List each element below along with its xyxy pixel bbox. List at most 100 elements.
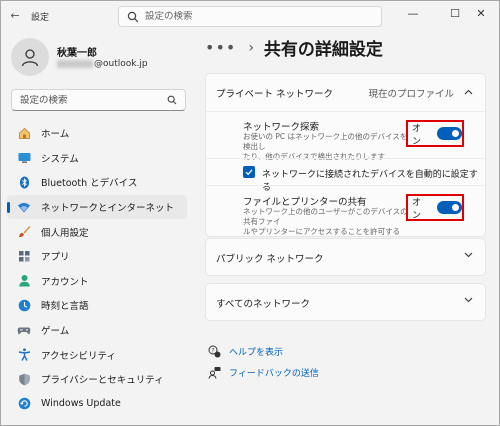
- help-link[interactable]: ? ヘルプを表示: [207, 344, 283, 358]
- breadcrumb-more-button[interactable]: •••: [205, 38, 236, 57]
- sidebar-search-box[interactable]: [11, 89, 186, 111]
- file-printer-sharing-desc: ネットワーク上の他のユーザーがこのデバイスの共有ファイ ルやプリンターにアクセス…: [243, 207, 413, 237]
- auto-setup-checkbox[interactable]: [243, 166, 255, 178]
- feedback-link-label: フィードバックの送信: [229, 368, 319, 379]
- gamepad-icon: [17, 323, 31, 337]
- breadcrumb-chevron-icon: ›: [248, 39, 254, 56]
- sidebar-item-label: 時刻と言語: [41, 301, 89, 313]
- minimize-button[interactable]: —: [395, 1, 431, 25]
- account-icon: [17, 274, 31, 288]
- page-title: 共有の詳細設定: [263, 40, 383, 60]
- search-icon: [167, 95, 177, 105]
- file-printer-sharing-state: オン: [412, 197, 422, 221]
- sidebar-item-label: アプリ: [41, 252, 70, 264]
- sidebar-item-apps[interactable]: アプリ: [7, 244, 187, 269]
- chevron-down-icon: [464, 296, 473, 306]
- sidebar-item-label: ホーム: [41, 129, 70, 141]
- chevron-up-icon[interactable]: [464, 88, 473, 98]
- public-network-title: パブリック ネットワーク: [216, 254, 324, 265]
- bluetooth-icon: [17, 175, 31, 189]
- all-networks-title: すべてのネットワーク: [216, 299, 310, 310]
- network-discovery-desc-line1: お使いの PC はネットワーク上の他のデバイスを検出し: [243, 132, 408, 151]
- sidebar-item-time-language[interactable]: 時刻と言語: [7, 293, 187, 318]
- private-network-header[interactable]: プライベート ネットワーク 現在のプロファイル: [206, 74, 485, 111]
- network-discovery-state: オン: [412, 123, 422, 147]
- sidebar-item-label: Bluetooth とデバイス: [41, 178, 138, 190]
- sidebar-item-system[interactable]: システム: [7, 146, 187, 171]
- all-networks-card[interactable]: すべてのネットワーク: [205, 283, 486, 321]
- toggle-knob: [452, 204, 459, 211]
- sidebar-item-gaming[interactable]: ゲーム: [7, 318, 187, 343]
- time-language-icon: [17, 298, 31, 312]
- settings-window: ← 設定 — ☐ ✕ 秋葉一郎 @outlook.jp: [0, 0, 500, 426]
- accessibility-icon: [17, 348, 31, 362]
- private-network-title: プライベート ネットワーク: [216, 89, 334, 100]
- checkmark-icon: [245, 169, 253, 176]
- email-redaction: [57, 60, 93, 68]
- public-network-card[interactable]: パブリック ネットワーク: [205, 238, 486, 276]
- network-icon: [17, 200, 31, 214]
- update-icon: [17, 397, 31, 411]
- app-title: 設定: [31, 13, 50, 23]
- private-network-status: 現在のプロファイル: [368, 86, 473, 100]
- sidebar-search-input[interactable]: [20, 94, 160, 106]
- file-printer-sharing-desc-line1: ネットワーク上の他のユーザーがこのデバイスの共有ファイ: [243, 207, 408, 226]
- sidebar-nav: ホーム システム Bluetooth とデバイス ネットワークとインターネット …: [7, 121, 187, 416]
- svg-text:?: ?: [211, 347, 214, 354]
- file-printer-sharing-desc-line2: ルやプリンターにアクセスすることを許可する: [243, 227, 401, 236]
- sidebar-item-personalization[interactable]: 個人用設定: [7, 219, 187, 244]
- profile-name: 秋葉一郎: [57, 48, 97, 59]
- sidebar-item-label: アクセシビリティ: [41, 350, 116, 362]
- network-discovery-row: ネットワーク探索 お使いの PC はネットワーク上の他のデバイスを検出し たり、…: [206, 111, 485, 161]
- user-icon: [21, 49, 39, 67]
- system-icon: [17, 151, 31, 165]
- sidebar-item-label: ネットワークとインターネット: [41, 203, 175, 215]
- sidebar-item-label: 個人用設定: [41, 227, 89, 239]
- all-networks-header[interactable]: すべてのネットワーク: [206, 284, 485, 321]
- home-icon: [17, 126, 31, 140]
- sidebar-item-network[interactable]: ネットワークとインターネット: [7, 194, 187, 220]
- close-button[interactable]: ✕: [463, 1, 499, 25]
- help-icon: ?: [207, 344, 221, 358]
- public-network-header[interactable]: パブリック ネットワーク: [206, 239, 485, 276]
- title-bar: ← 設定 — ☐ ✕: [1, 1, 499, 31]
- private-network-card: プライベート ネットワーク 現在のプロファイル ネットワーク探索 お使いの PC…: [205, 73, 486, 237]
- public-network-expand[interactable]: [454, 251, 473, 261]
- shield-icon: [17, 372, 31, 386]
- sidebar-item-privacy[interactable]: プライバシーとセキュリティ: [7, 367, 187, 392]
- avatar[interactable]: [11, 38, 49, 76]
- sidebar-item-label: プライバシーとセキュリティ: [41, 375, 164, 387]
- network-discovery-toggle[interactable]: [436, 127, 462, 140]
- sidebar-item-label: ゲーム: [41, 326, 70, 338]
- sidebar-item-windows-update[interactable]: Windows Update: [7, 392, 187, 417]
- sidebar-item-bluetooth[interactable]: Bluetooth とデバイス: [7, 170, 187, 195]
- top-search-box[interactable]: [118, 6, 382, 27]
- sidebar-item-accounts[interactable]: アカウント: [7, 269, 187, 294]
- top-search-input[interactable]: [145, 11, 365, 22]
- profile-email: @outlook.jp: [57, 59, 148, 69]
- sidebar-item-home[interactable]: ホーム: [7, 121, 187, 146]
- back-arrow-icon[interactable]: ←: [9, 10, 21, 22]
- network-discovery-title: ネットワーク探索: [243, 122, 320, 133]
- all-networks-expand[interactable]: [454, 296, 473, 306]
- email-suffix: @outlook.jp: [94, 59, 148, 69]
- help-link-label: ヘルプを表示: [229, 347, 284, 358]
- sidebar-item-label: アカウント: [41, 276, 89, 288]
- search-icon: [127, 11, 139, 22]
- sidebar-item-accessibility[interactable]: アクセシビリティ: [7, 342, 187, 367]
- sidebar-item-label: Windows Update: [41, 398, 121, 410]
- file-printer-sharing-row: ファイルとプリンターの共有 ネットワーク上の他のユーザーがこのデバイスの共有ファ…: [206, 185, 485, 236]
- brush-icon: [17, 225, 31, 239]
- chevron-down-icon: [464, 251, 473, 261]
- auto-setup-row: ネットワークに接続されたデバイスを自動的に設定する: [206, 158, 485, 193]
- feedback-icon: [207, 365, 221, 379]
- network-discovery-toggle-highlight: オン: [406, 120, 464, 147]
- breadcrumb: ••• › 共有の詳細設定: [205, 35, 383, 60]
- apps-icon: [17, 249, 31, 263]
- toggle-knob: [452, 130, 459, 137]
- sidebar-item-label: システム: [41, 153, 79, 165]
- file-printer-sharing-toggle[interactable]: [436, 201, 462, 214]
- feedback-link[interactable]: フィードバックの送信: [207, 365, 319, 379]
- current-profile-label: 現在のプロファイル: [368, 89, 454, 100]
- file-printer-sharing-title: ファイルとプリンターの共有: [243, 197, 367, 208]
